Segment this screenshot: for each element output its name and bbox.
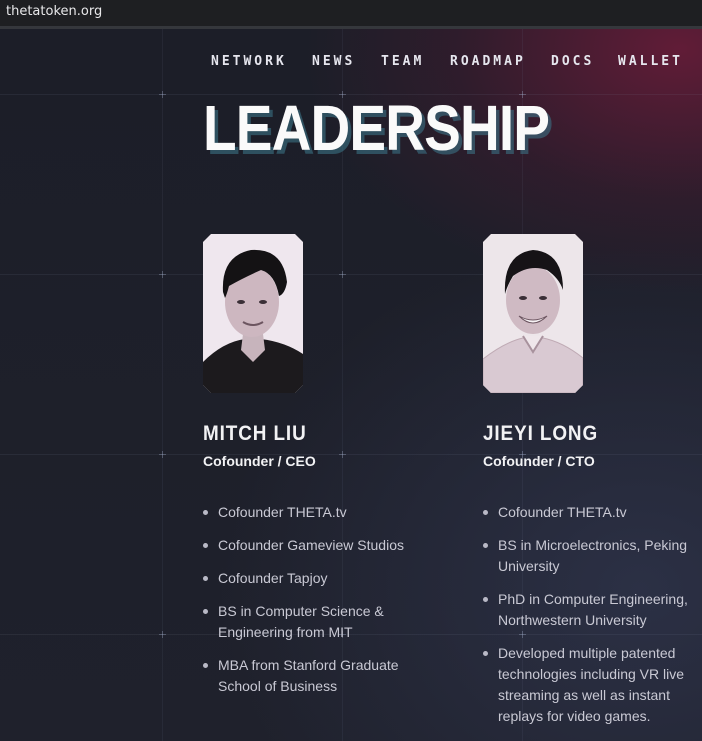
leader-name: MITCH LIU: [203, 422, 307, 445]
leader-bio-list: Cofounder THETA.tv Cofounder Gameview St…: [203, 502, 428, 709]
bio-item: Cofounder THETA.tv: [483, 502, 702, 523]
grid-cross-icon: [159, 631, 166, 638]
leader-name: JIEYI LONG: [483, 422, 599, 445]
bio-item: Cofounder Gameview Studios: [203, 535, 428, 556]
nav-team[interactable]: TEAM: [381, 54, 424, 69]
page-content: NETWORK NEWS TEAM ROADMAP DOCS WALLET LE…: [0, 29, 702, 741]
bio-item: BS in Microelectronics, Peking Universit…: [483, 535, 702, 577]
nav-wallet[interactable]: WALLET: [618, 54, 683, 69]
portrait-image: [203, 234, 303, 393]
portrait-image: [483, 234, 583, 393]
nav-network[interactable]: NETWORK: [211, 54, 287, 69]
nav-news[interactable]: NEWS: [312, 54, 355, 69]
url-text[interactable]: thetatoken.org: [6, 4, 102, 19]
leader-photo: [483, 234, 583, 393]
bio-item: MBA from Stanford Graduate School of Bus…: [203, 655, 428, 697]
bio-item: BS in Computer Science & Engineering fro…: [203, 601, 428, 643]
bio-item: Cofounder THETA.tv: [203, 502, 428, 523]
grid-cross-icon: [159, 91, 166, 98]
nav-docs[interactable]: DOCS: [551, 54, 594, 69]
grid-cross-icon: [339, 271, 346, 278]
nav-roadmap[interactable]: ROADMAP: [450, 54, 526, 69]
main-nav: NETWORK NEWS TEAM ROADMAP DOCS WALLET: [210, 54, 690, 74]
leader-photo: [203, 234, 303, 393]
grid-cross-icon: [159, 451, 166, 458]
bio-item: PhD in Computer Engineering, Northwester…: [483, 589, 702, 631]
grid-line: [0, 454, 702, 455]
bio-item: Cofounder Tapjoy: [203, 568, 428, 589]
bio-item: Developed multiple patented technologies…: [483, 643, 702, 727]
browser-address-bar[interactable]: thetatoken.org: [0, 0, 702, 29]
leader-role: Cofounder / CTO: [483, 453, 595, 469]
grid-cross-icon: [339, 451, 346, 458]
leader-role: Cofounder / CEO: [203, 453, 316, 469]
grid-cross-icon: [159, 271, 166, 278]
grid-line: [0, 274, 702, 275]
page-title: LEADERSHIP: [203, 92, 550, 164]
leader-bio-list: Cofounder THETA.tv BS in Microelectronic…: [483, 502, 702, 739]
